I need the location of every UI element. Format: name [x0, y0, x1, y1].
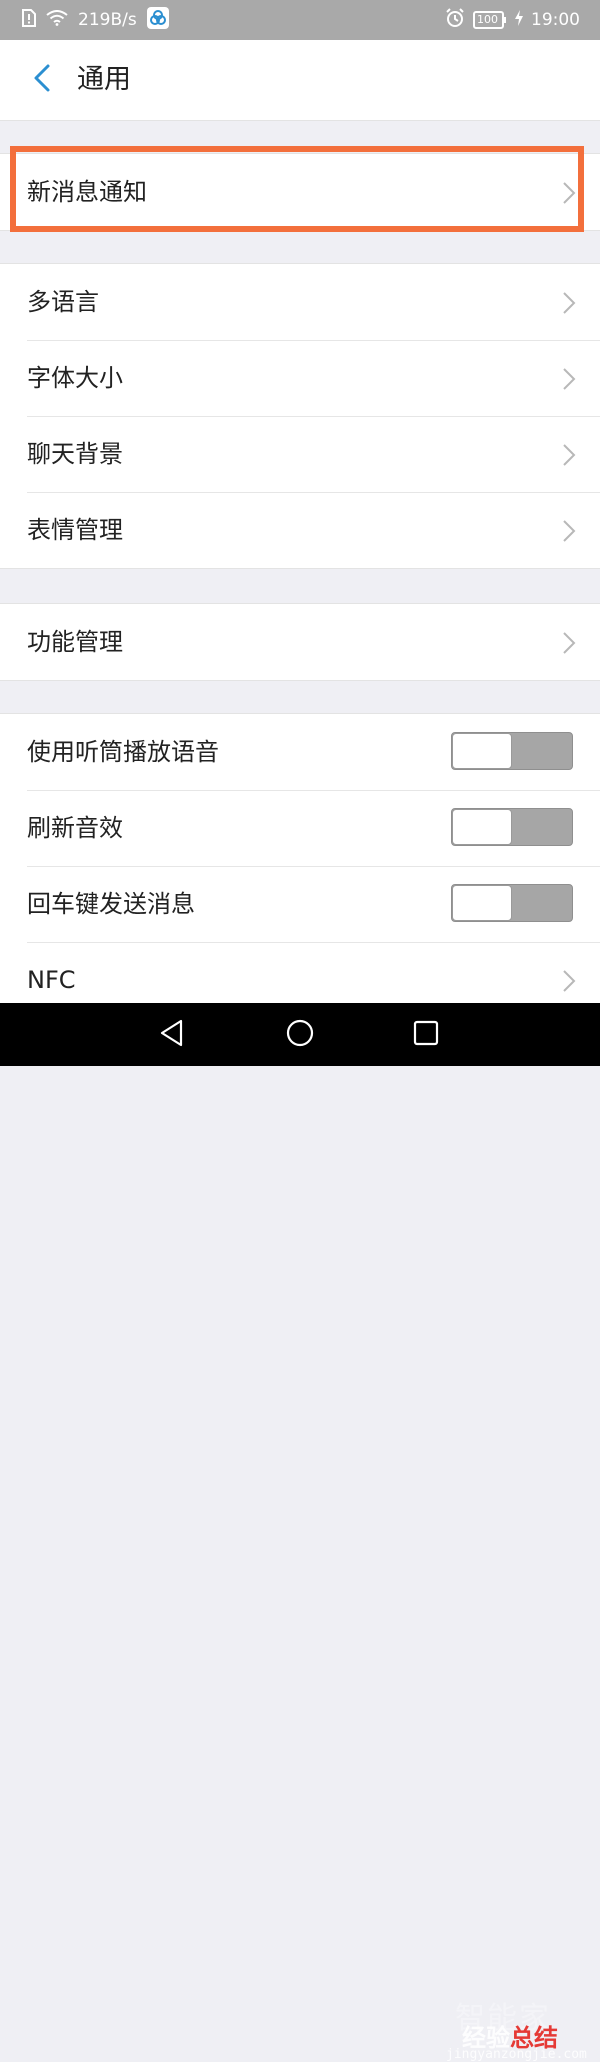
- chevron-right-icon: [562, 181, 576, 209]
- chevron-right-icon: [562, 519, 576, 547]
- settings-group-features: 功能管理: [0, 603, 600, 681]
- earpiece-playback-toggle[interactable]: [451, 732, 573, 770]
- settings-item-earpiece-playback[interactable]: 使用听筒播放语音: [0, 714, 600, 790]
- battery-icon: 100: [473, 11, 507, 29]
- settings-item-label: 聊天背景: [27, 440, 123, 468]
- enter-to-send-toggle[interactable]: [451, 884, 573, 922]
- settings-group-display: 多语言 字体大小 聊天背景 表情管理: [0, 263, 600, 569]
- clock: 19:00: [531, 10, 580, 30]
- settings-item-refresh-sound[interactable]: 刷新音效: [0, 790, 600, 866]
- chevron-right-icon: [562, 631, 576, 659]
- wifi-icon: [46, 9, 68, 31]
- back-button[interactable]: [22, 58, 62, 102]
- settings-item-label: 字体大小: [27, 364, 123, 392]
- settings-item-chat-background[interactable]: 聊天背景: [0, 416, 600, 492]
- page-title: 通用: [77, 64, 131, 95]
- header-bar: 通用: [0, 40, 600, 121]
- circle-home-icon: [285, 1018, 315, 1052]
- no-sim-icon: [22, 8, 36, 32]
- square-recents-icon: [413, 1020, 439, 1050]
- chevron-right-icon: [562, 969, 576, 997]
- settings-item-feature-management[interactable]: 功能管理: [0, 604, 600, 680]
- triangle-back-icon: [159, 1019, 185, 1051]
- toggle-knob: [452, 885, 512, 921]
- alarm-icon: [445, 7, 465, 33]
- settings-item-label: 功能管理: [27, 628, 123, 656]
- battery-level: 100: [477, 13, 498, 26]
- settings-item-label: 新消息通知: [27, 178, 147, 206]
- toggle-knob: [452, 733, 512, 769]
- watermark-url: jingyanzongjie.com: [446, 2047, 587, 2062]
- charging-icon: [515, 9, 523, 31]
- status-bar: 219B/s 100 19:00: [0, 0, 600, 40]
- settings-item-enter-to-send[interactable]: 回车键发送消息: [0, 866, 600, 942]
- toggle-knob: [452, 809, 512, 845]
- chevron-right-icon: [562, 367, 576, 395]
- settings-item-font-size[interactable]: 字体大小: [0, 340, 600, 416]
- settings-item-label: 使用听筒播放语音: [27, 738, 219, 766]
- settings-item-label: 多语言: [27, 288, 99, 316]
- nav-home-button[interactable]: [280, 1015, 320, 1055]
- nav-back-button[interactable]: [152, 1015, 192, 1055]
- system-nav-bar: 智能家 经验总结 jingyanzongjie.com: [0, 1003, 600, 2062]
- chevron-right-icon: [562, 291, 576, 319]
- settings-item-new-message-notification[interactable]: 新消息通知: [0, 154, 600, 230]
- settings-group-behaviour: 使用听筒播放语音 刷新音效 回车键发送消息 NFC: [0, 713, 600, 1018]
- settings-item-language[interactable]: 多语言: [0, 264, 600, 340]
- settings-item-label: 回车键发送消息: [27, 890, 195, 918]
- app-notification-icon: [146, 6, 169, 34]
- nav-recents-button[interactable]: [406, 1015, 446, 1055]
- back-arrow-icon: [32, 63, 52, 97]
- settings-item-label: 刷新音效: [27, 814, 123, 842]
- chevron-right-icon: [562, 443, 576, 471]
- settings-item-label: 表情管理: [27, 516, 123, 544]
- refresh-sound-toggle[interactable]: [451, 808, 573, 846]
- settings-group-notifications: 新消息通知: [0, 153, 600, 231]
- settings-item-emoji-management[interactable]: 表情管理: [0, 492, 600, 568]
- network-speed: 219B/s: [78, 10, 137, 30]
